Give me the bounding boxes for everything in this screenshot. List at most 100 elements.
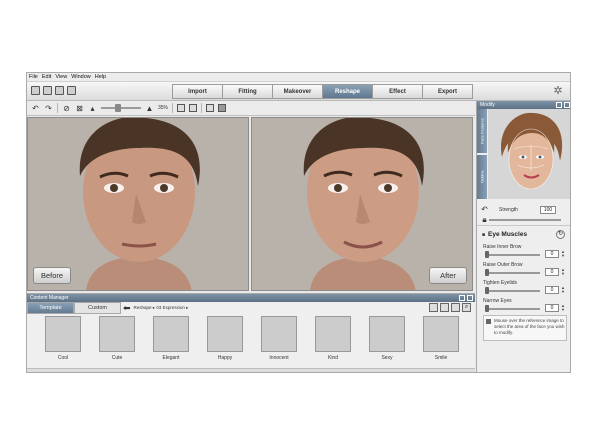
close-panel-icon[interactable] — [467, 295, 473, 301]
single-view-icon[interactable] — [206, 104, 215, 112]
control-input[interactable]: 0 — [545, 268, 559, 276]
control-slider-handle[interactable] — [485, 287, 489, 294]
tab-face-features[interactable]: Face Features — [477, 109, 487, 153]
thumbnail-scrollbar[interactable] — [27, 368, 475, 372]
strength-slider[interactable] — [489, 219, 561, 221]
zoom-slider-handle[interactable] — [115, 104, 121, 112]
thumbnail-item[interactable]: Cool — [36, 316, 90, 366]
tab-reshape[interactable]: Reshape — [322, 84, 373, 99]
undo-icon[interactable]: ↶ — [480, 205, 489, 214]
control-label: Raise Inner Brow — [483, 244, 522, 250]
menu-view[interactable]: View — [55, 74, 67, 80]
tab-import[interactable]: Import — [172, 84, 223, 99]
thumbnail-item[interactable]: Cute — [90, 316, 144, 366]
thumbnail-face-image — [99, 316, 135, 352]
before-button[interactable]: Before — [33, 267, 71, 284]
tab-template[interactable]: Template — [27, 302, 74, 314]
reset-icon[interactable]: ⊘ — [62, 104, 71, 113]
control-slider[interactable] — [486, 254, 540, 256]
spinner-icon[interactable]: ▲ ▼ — [561, 286, 566, 294]
thumbnail-label: Cute — [111, 355, 123, 361]
split-view-icon[interactable] — [177, 104, 186, 112]
tab-effect[interactable]: Effect — [372, 84, 423, 99]
strength-control: ↶ 🔒︎ Strength 100 — [477, 200, 570, 226]
control-slider[interactable] — [486, 308, 540, 310]
menu-window[interactable]: Window — [71, 74, 91, 80]
float-panel-icon[interactable] — [459, 295, 465, 301]
delete-template-icon[interactable] — [440, 303, 449, 312]
control-slider-handle[interactable] — [485, 251, 489, 258]
raise-inner-brow-control: Raise Inner Brow 0 ▲ ▼ — [483, 244, 569, 262]
before-face-image — [28, 118, 248, 290]
save-as-icon[interactable] — [67, 86, 76, 95]
strength-input[interactable]: 100 — [540, 206, 556, 214]
tab-fitting[interactable]: Fitting — [222, 84, 273, 99]
spinner-icon[interactable]: ▲ ▼ — [561, 268, 566, 276]
tab-export[interactable]: Export — [422, 84, 473, 99]
after-pane[interactable]: After — [251, 117, 473, 291]
thumbnail-item[interactable]: Happy — [198, 316, 252, 366]
lock-icon[interactable]: 🔒︎ — [480, 215, 489, 224]
reset-section-icon[interactable]: ↻ — [556, 230, 565, 239]
thumbnail-item[interactable]: Elegant — [144, 316, 198, 366]
menu-edit[interactable]: Edit — [42, 74, 51, 80]
content-manager-tabs: Template Custom — [27, 302, 121, 314]
hint-text: Mouse over the reference image to select… — [494, 318, 565, 335]
control-slider[interactable] — [486, 290, 540, 292]
back-arrow-icon[interactable]: ⬅ — [123, 303, 131, 314]
search-icon[interactable]: ⌕ — [462, 303, 471, 312]
thumbnail-item[interactable]: Smile — [414, 316, 468, 366]
zoom-slider[interactable] — [101, 104, 141, 112]
compare-view-icon[interactable] — [189, 104, 198, 112]
save-icon[interactable] — [55, 86, 64, 95]
thumbnail-label: Innocent — [269, 355, 289, 361]
breadcrumb-path[interactable]: Reshape ▸ 03 Expression ▸ — [134, 305, 189, 311]
modify-title: Modify — [480, 102, 495, 108]
zoom-in-icon[interactable]: ▲ — [145, 104, 154, 113]
background-icon[interactable] — [218, 104, 227, 112]
reference-face-image[interactable] — [488, 109, 570, 199]
undo-icon[interactable]: ↶ — [31, 104, 40, 113]
before-pane[interactable]: Before — [27, 117, 249, 291]
redo-icon[interactable]: ↷ — [44, 104, 53, 113]
crop-icon[interactable]: ⊠ — [75, 104, 84, 113]
control-label: Tighten Eyelids — [483, 280, 517, 286]
tab-makeover[interactable]: Makeover — [272, 84, 323, 99]
control-slider-handle[interactable] — [485, 305, 489, 312]
control-label: Raise Outer Brow — [483, 262, 523, 268]
app-window: File Edit View Window Help Import Fittin… — [26, 72, 571, 373]
content-manager-tools: ⌕ — [429, 303, 471, 312]
new-file-icon[interactable] — [31, 86, 40, 95]
thumbnail-item[interactable]: Innocent — [252, 316, 306, 366]
thumbnail-item[interactable]: Kind — [306, 316, 360, 366]
control-slider-handle[interactable] — [485, 269, 489, 276]
control-input[interactable]: 0 — [545, 286, 559, 294]
thumbnail-item[interactable]: Sexy — [360, 316, 414, 366]
toolbar-divider — [172, 103, 174, 113]
zoom-level: 35% — [158, 105, 169, 111]
thumbnail-label: Happy — [217, 355, 233, 361]
control-input[interactable]: 0 — [545, 250, 559, 258]
grid-view-icon[interactable] — [451, 303, 460, 312]
tab-outline[interactable]: Outline — [477, 155, 487, 199]
spinner-icon[interactable]: ▲ ▼ — [561, 304, 566, 312]
file-icons — [31, 86, 76, 95]
spinner-icon[interactable]: ▲ ▼ — [561, 250, 566, 258]
float-panel-icon[interactable] — [556, 102, 562, 108]
tighten-eyelids-control: Tighten Eyelids 0 ▲ ▼ — [483, 280, 569, 298]
strength-label: Strength — [499, 207, 518, 213]
close-panel-icon[interactable] — [564, 102, 570, 108]
tab-custom[interactable]: Custom — [74, 302, 121, 314]
thumbnail-label: Cool — [57, 355, 69, 361]
control-input[interactable]: 0 — [545, 304, 559, 312]
thumbnail-face-image — [423, 316, 459, 352]
after-button[interactable]: After — [429, 267, 467, 284]
modify-header: Modify — [477, 101, 570, 109]
menu-help[interactable]: Help — [95, 74, 106, 80]
control-slider[interactable] — [486, 272, 540, 274]
menu-file[interactable]: File — [29, 74, 38, 80]
settings-gear-icon[interactable]: ✲ — [552, 85, 564, 97]
zoom-out-icon[interactable]: ▴ — [88, 104, 97, 113]
save-template-icon[interactable] — [429, 303, 438, 312]
open-folder-icon[interactable] — [43, 86, 52, 95]
